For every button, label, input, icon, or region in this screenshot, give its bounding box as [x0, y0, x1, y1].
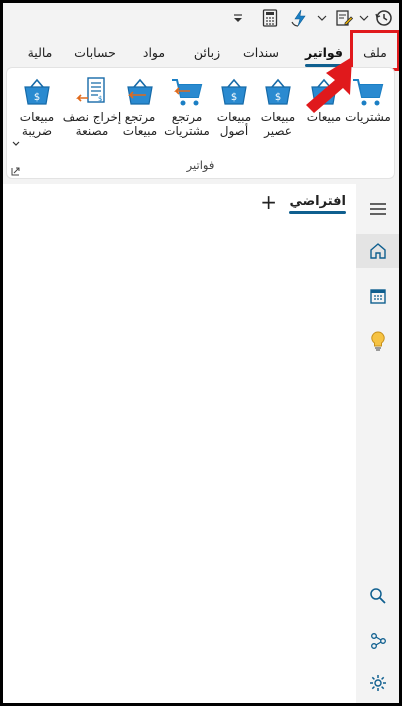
- chevron-down-icon[interactable]: [315, 8, 329, 28]
- svg-text:$: $: [34, 92, 40, 103]
- home-icon[interactable]: [356, 234, 399, 268]
- semi-manufactured-output-button[interactable]: $ إخراج نصف مصنعة: [63, 76, 121, 152]
- share-icon[interactable]: [356, 624, 399, 658]
- tab-vouchers[interactable]: سندات: [241, 39, 281, 65]
- invoice-output-icon: $: [75, 76, 109, 108]
- chevron-down-icon[interactable]: [12, 132, 20, 146]
- edit-document-icon[interactable]: [333, 8, 355, 28]
- dropdown-caret-icon[interactable]: [231, 8, 245, 28]
- quick-access-toolbar: [3, 3, 399, 33]
- basket-return-icon: [123, 76, 157, 108]
- annotation-arrow-icon: [306, 57, 352, 113]
- basket-icon: $: [217, 76, 251, 108]
- history-icon[interactable]: [373, 8, 395, 28]
- tab-customers[interactable]: زبائن: [188, 39, 226, 65]
- cart-return-icon: [170, 76, 204, 108]
- dialog-launcher-icon[interactable]: [11, 161, 20, 176]
- svg-text:$: $: [275, 92, 281, 103]
- semi-manufactured-output-label: إخراج نصف مصنعة: [62, 110, 122, 138]
- chevron-down-icon[interactable]: [357, 8, 371, 28]
- settings-icon[interactable]: [356, 666, 399, 700]
- right-sidebar: [356, 184, 399, 703]
- svg-text:$: $: [231, 92, 237, 103]
- calculator-icon[interactable]: [259, 8, 281, 28]
- tab-materials[interactable]: مواد: [137, 39, 171, 65]
- add-tab-button[interactable]: +: [260, 192, 277, 212]
- document-area: افتراضي +: [3, 184, 356, 703]
- tab-finance[interactable]: مالية: [20, 39, 60, 65]
- flash-sync-icon[interactable]: [288, 8, 312, 28]
- svg-text:$: $: [98, 95, 102, 103]
- basket-icon: $: [261, 76, 295, 108]
- search-icon[interactable]: [356, 579, 399, 613]
- tab-default[interactable]: افتراضي: [289, 194, 346, 214]
- tab-accounts[interactable]: حسابات: [71, 39, 119, 65]
- calendar-icon[interactable]: [356, 279, 399, 313]
- lightbulb-icon[interactable]: [356, 324, 399, 358]
- menu-icon[interactable]: [356, 192, 399, 226]
- basket-icon: $: [20, 76, 54, 108]
- app-window: ملف فواتير سندات زبائن مواد حسابات مالية…: [3, 3, 399, 703]
- ribbon-group-label: فواتير: [186, 158, 215, 172]
